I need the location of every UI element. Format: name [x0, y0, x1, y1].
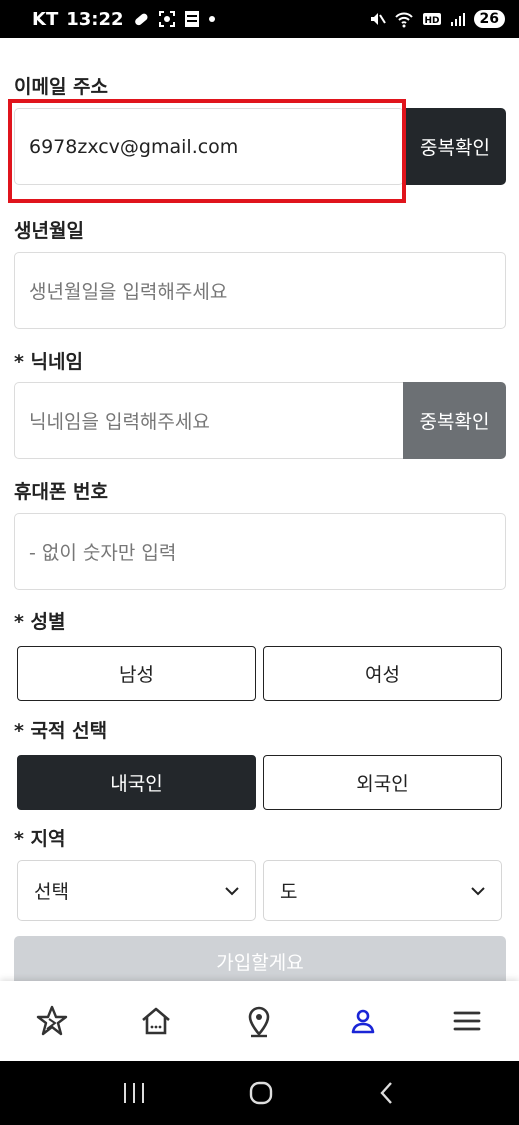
region-label: * 지역	[14, 828, 66, 850]
hamburger-menu-icon	[453, 1011, 481, 1031]
home-circle-icon[interactable]	[248, 1080, 274, 1106]
screenshot-icon	[158, 10, 176, 28]
carrier-label: KT	[32, 8, 59, 30]
location-pin-icon	[249, 1006, 270, 1038]
phone-field[interactable]: - 없이 숫자만 입력	[14, 513, 506, 590]
nationality-label: * 국적 선택	[14, 720, 108, 742]
status-bar: KT 13:22 HD 26	[0, 0, 519, 38]
battery-badge: 26	[473, 10, 505, 28]
pill-icon	[132, 10, 150, 28]
region-select-2-value: 도	[280, 881, 298, 903]
nav-location[interactable]	[208, 981, 312, 1061]
nickname-label: * 닉네임	[14, 351, 83, 373]
nav-star-logo[interactable]	[0, 981, 104, 1061]
nav-profile[interactable]	[311, 981, 415, 1061]
highlight-box	[8, 99, 406, 203]
birth-placeholder: 생년월일을 입력해주세요	[29, 281, 228, 303]
gender-male-button[interactable]: 남성	[17, 646, 256, 701]
nationality-domestic-button[interactable]: 내국인	[17, 755, 256, 810]
region-select-1[interactable]: 선택	[17, 860, 256, 921]
dot-icon	[208, 15, 216, 23]
gender-label: * 성별	[14, 611, 66, 633]
chevron-down-icon	[225, 886, 239, 895]
nav-menu[interactable]	[415, 981, 519, 1061]
recent-apps-icon[interactable]	[121, 1081, 147, 1105]
nav-home[interactable]	[104, 981, 208, 1061]
star-logo-icon	[36, 1005, 68, 1036]
nationality-foreign-button[interactable]: 외국인	[263, 755, 502, 810]
birth-label: 생년월일	[14, 220, 84, 242]
nickname-placeholder: 닉네임을 입력해주세요	[29, 411, 210, 433]
back-icon[interactable]	[376, 1080, 398, 1106]
hd-icon: HD	[422, 11, 442, 27]
chevron-down-icon	[471, 886, 485, 895]
region-select-1-value: 선택	[34, 881, 69, 903]
submit-button[interactable]: 가입할게요	[14, 936, 506, 984]
clock: 13:22	[66, 8, 124, 30]
gender-female-button[interactable]: 여성	[263, 646, 502, 701]
email-check-button[interactable]: 중복확인	[404, 108, 506, 185]
news-icon	[184, 10, 200, 28]
wifi-icon	[394, 10, 414, 28]
profile-icon	[351, 1009, 375, 1034]
svg-text:HD: HD	[424, 16, 439, 26]
email-label: 이메일 주소	[14, 76, 109, 98]
region-select-2[interactable]: 도	[263, 860, 502, 921]
nickname-field[interactable]: 닉네임을 입력해주세요	[14, 382, 404, 459]
nickname-check-button[interactable]: 중복확인	[403, 382, 506, 459]
home-icon	[141, 1007, 170, 1035]
birth-field[interactable]: 생년월일을 입력해주세요	[14, 252, 506, 329]
mute-icon	[368, 10, 386, 28]
phone-placeholder: - 없이 숫자만 입력	[29, 542, 177, 564]
bottom-nav	[0, 981, 519, 1061]
phone-label: 휴대폰 번호	[14, 481, 109, 503]
signal-icon	[450, 11, 466, 27]
android-nav-bar	[0, 1061, 519, 1125]
